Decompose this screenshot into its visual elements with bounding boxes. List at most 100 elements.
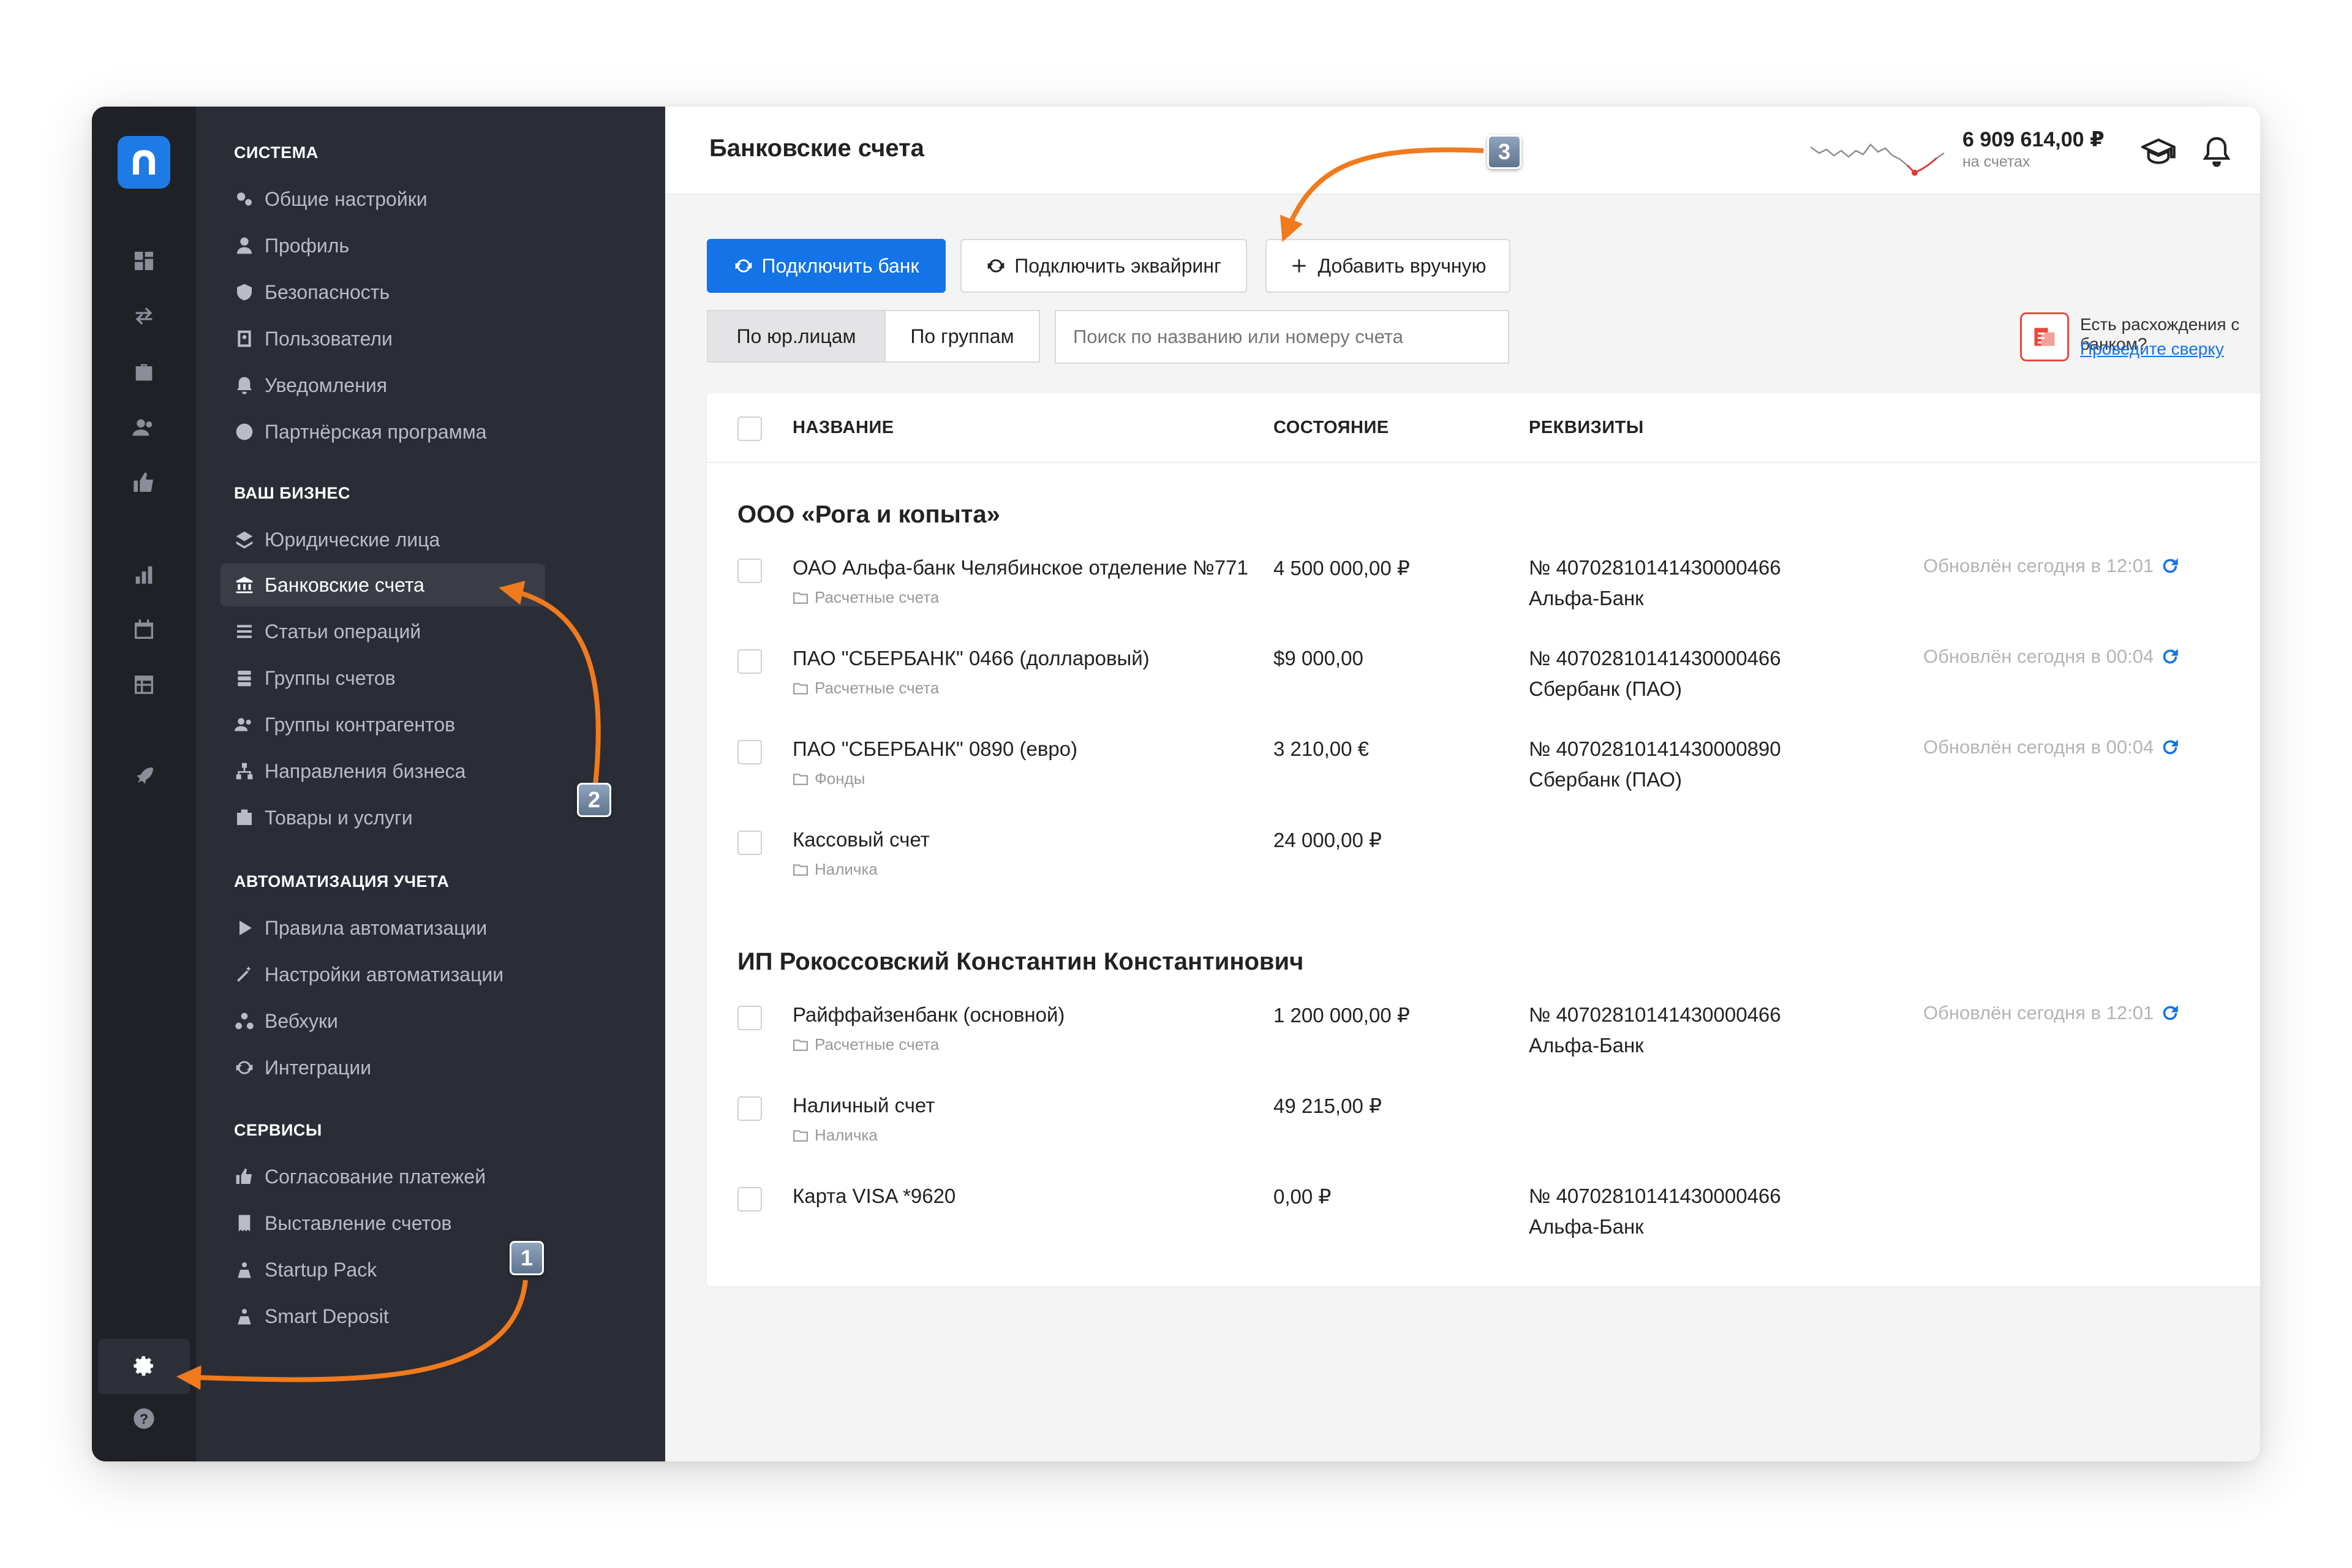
section-title-automation: АВТОМАТИЗАЦИЯ УЧЕТА: [234, 872, 450, 891]
select-all-checkbox[interactable]: [737, 417, 762, 441]
account-name[interactable]: ОАО Альфа-банк Челябинское отделение №77…: [793, 556, 1248, 579]
nav-automation-rules[interactable]: Правила автоматизации: [221, 907, 545, 949]
account-number: № 40702810141430000466: [1529, 647, 1781, 669]
row-checkbox[interactable]: [737, 1006, 762, 1030]
column-header-state: СОСТОЯНИЕ: [1273, 418, 1389, 437]
nav-label: Безопасность: [265, 281, 390, 303]
account-requisites: № 40702810141430000466 Альфа-Банк: [1529, 1000, 1781, 1061]
bell-icon: [234, 375, 255, 396]
shield-icon: [234, 282, 255, 303]
nav-legal-entities[interactable]: Юридические лица: [221, 518, 545, 561]
reconciliation-link[interactable]: Проведите сверку: [2080, 339, 2224, 359]
nav-startup-pack[interactable]: Startup Pack: [221, 1248, 545, 1291]
nav-label: Startup Pack: [265, 1258, 377, 1281]
nav-security[interactable]: Безопасность: [221, 271, 545, 314]
account-name[interactable]: Райффайзенбанк (основной): [793, 1003, 1065, 1027]
account-updated: Обновлён сегодня в 12:01: [1923, 555, 2180, 577]
nav-label: Настройки автоматизации: [265, 963, 504, 986]
updated-label: Обновлён сегодня в 00:04: [1923, 646, 2154, 667]
row-checkbox[interactable]: [737, 1096, 762, 1121]
main-content: Банковские счета 6 909 614,00 ₽ на счета…: [665, 107, 2260, 1461]
refresh-icon[interactable]: [2160, 556, 2180, 576]
app-logo[interactable]: [118, 136, 170, 189]
nav-label: Согласование платежей: [265, 1165, 486, 1188]
account-balance: 4 500 000,00 ₽: [1273, 557, 1410, 579]
account-name[interactable]: Карта VISA *9620: [793, 1185, 956, 1208]
bank-icon: [234, 575, 255, 595]
account-balance: 49 215,00 ₽: [1273, 1095, 1382, 1117]
nav-profile[interactable]: Профиль: [221, 224, 545, 267]
nav-goods-services[interactable]: Товары и услуги: [221, 796, 545, 839]
calendar-icon[interactable]: [129, 615, 159, 644]
refresh-icon[interactable]: [2160, 646, 2180, 667]
connect-bank-button[interactable]: Подключить банк: [707, 239, 946, 293]
nav-invoicing[interactable]: Выставление счетов: [221, 1202, 545, 1245]
account-category-label: Расчетные счета: [815, 1035, 940, 1054]
dashboard-icon[interactable]: [129, 246, 159, 276]
refresh-icon[interactable]: [2160, 737, 2180, 758]
bar-chart-icon[interactable]: [129, 560, 159, 589]
gears-icon: [234, 189, 255, 209]
account-name[interactable]: ПАО "СБЕРБАНК" 0466 (долларовый): [793, 647, 1150, 670]
graduation-cap-icon[interactable]: [2137, 130, 2180, 173]
box-icon: [234, 807, 255, 828]
users-book-icon: [234, 328, 255, 349]
account-name[interactable]: ПАО "СБЕРБАНК" 0890 (евро): [793, 737, 1077, 761]
account-number: № 40702810141430000890: [1529, 737, 1781, 760]
rocket-icon[interactable]: [129, 762, 159, 791]
nav-counterparty-groups[interactable]: Группы контрагентов: [221, 703, 545, 746]
nav-business-directions[interactable]: Направления бизнеса: [221, 750, 545, 793]
row-checkbox[interactable]: [737, 1187, 762, 1212]
segment-by-groups[interactable]: По группам: [884, 310, 1040, 363]
account-balance: $9 000,00: [1273, 647, 1363, 669]
list-icon: [234, 621, 255, 642]
help-icon[interactable]: ?: [129, 1404, 159, 1433]
nav-partner-program[interactable]: Партнёрская программа: [221, 410, 545, 453]
startup-icon: [234, 1259, 255, 1280]
search-input[interactable]: [1055, 310, 1509, 364]
contacts-icon[interactable]: [129, 413, 159, 442]
svg-text:?: ?: [140, 1411, 148, 1427]
nav-automation-settings[interactable]: Настройки автоматизации: [221, 953, 545, 996]
connect-acquiring-button[interactable]: Подключить эквайринг: [960, 239, 1247, 293]
segment-by-legal-entities[interactable]: По юр.лицам: [707, 310, 886, 363]
section-title-services: СЕРВИСЫ: [234, 1121, 322, 1139]
nav-integrations[interactable]: Интеграции: [221, 1046, 545, 1089]
row-checkbox[interactable]: [737, 649, 762, 674]
account-category: Фонды: [793, 769, 865, 788]
annotation-badge-3: 3: [1487, 135, 1521, 169]
nav-payment-approval[interactable]: Согласование платежей: [221, 1155, 545, 1198]
nav-smart-deposit[interactable]: Smart Deposit: [221, 1295, 545, 1338]
notifications-bell-icon[interactable]: [2195, 130, 2238, 173]
nav-general-settings[interactable]: Общие настройки: [221, 178, 545, 221]
nav-notifications[interactable]: Уведомления: [221, 364, 545, 407]
folder-icon: [793, 1129, 808, 1142]
row-checkbox[interactable]: [737, 831, 762, 855]
account-name[interactable]: Наличный счет: [793, 1094, 935, 1117]
nav-label: Общие настройки: [265, 187, 428, 210]
balance-sparkline: [1811, 143, 1945, 176]
nav-operation-items[interactable]: Статьи операций: [221, 610, 545, 653]
nav-bank-accounts[interactable]: Банковские счета: [221, 564, 545, 606]
nav-label: Правила автоматизации: [265, 916, 488, 939]
account-category: Наличка: [793, 1126, 878, 1145]
account-number: № 40702810141430000466: [1529, 556, 1781, 579]
account-category-label: Наличка: [815, 860, 878, 878]
row-checkbox[interactable]: [737, 559, 762, 583]
deposit-icon: [234, 1306, 255, 1327]
account-name[interactable]: Кассовый счет: [793, 828, 930, 851]
nav-users[interactable]: Пользователи: [221, 317, 545, 360]
spreadsheet-icon[interactable]: [129, 670, 159, 699]
add-manual-button[interactable]: Добавить вручную: [1265, 239, 1510, 293]
nav-account-groups[interactable]: Группы счетов: [221, 657, 545, 699]
settings-gear-icon[interactable]: [129, 1351, 159, 1381]
thumbs-up-icon[interactable]: [129, 468, 159, 497]
nav-label: Интеграции: [265, 1056, 372, 1079]
nav-label: Товары и услуги: [265, 806, 413, 829]
row-checkbox[interactable]: [737, 740, 762, 764]
layers-icon: [234, 529, 255, 550]
briefcase-icon[interactable]: [129, 358, 159, 387]
refresh-icon[interactable]: [2160, 1003, 2180, 1023]
transfer-arrows-icon[interactable]: [129, 301, 159, 331]
nav-webhooks[interactable]: Вебхуки: [221, 1000, 545, 1042]
